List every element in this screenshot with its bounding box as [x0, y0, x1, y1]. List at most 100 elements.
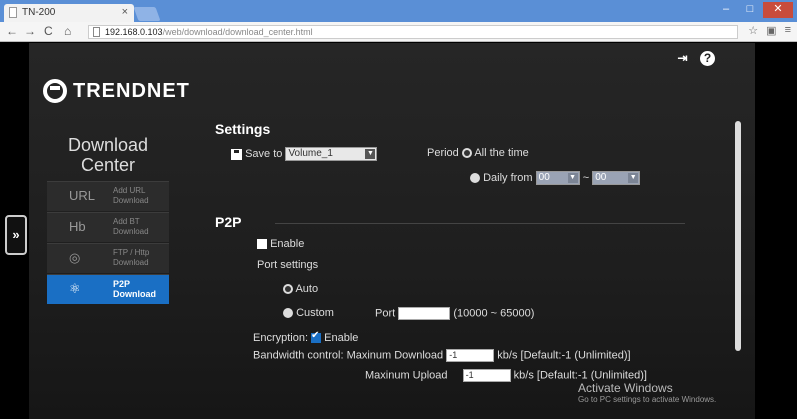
save-to-row: Save to Volume_1 ▼ — [231, 147, 378, 161]
label-line2: Download — [113, 258, 149, 267]
volume-select-value: Volume_1 — [288, 148, 333, 159]
sidebar-title: Download Center — [47, 135, 169, 181]
url-input[interactable]: 192.168.0.103/web/download/download_cent… — [88, 25, 738, 39]
port-auto-radio[interactable] — [283, 284, 293, 295]
label-line2: Download — [113, 196, 149, 205]
sidebar-title-line2: Center — [80, 155, 136, 175]
encryption-enable-checkbox[interactable] — [311, 330, 322, 344]
tab-title: TN-200 — [22, 7, 56, 18]
port-custom-label: Custom — [296, 307, 334, 319]
max-upload-input[interactable]: -1 — [462, 369, 511, 382]
daily-from-label: Daily from — [483, 171, 533, 184]
chevron-down-icon: ▼ — [365, 149, 376, 159]
from-hour-value: 00 — [538, 172, 550, 183]
reload-icon[interactable]: C — [44, 24, 53, 38]
logo-text: TRENDNET — [73, 79, 190, 102]
sidebar-title-line1: Download — [67, 135, 149, 155]
trendnet-logo: TRENDNET — [43, 79, 190, 103]
scrollbar[interactable] — [735, 121, 741, 351]
period-row: Period All the time — [427, 147, 529, 159]
bookmark-star-icon[interactable]: ☆ — [748, 24, 758, 37]
auto-row: Auto — [283, 283, 318, 295]
sidebar-item-label: FTP / Http Download — [113, 248, 169, 268]
period-label: Period — [427, 147, 459, 159]
port-input[interactable] — [398, 307, 451, 320]
window-controls: – □ ✕ — [715, 2, 793, 18]
encryption-enable-label: Enable — [324, 332, 359, 344]
save-icon — [231, 148, 242, 160]
p2p-enable-label: Enable — [270, 238, 305, 250]
url-path: /web/download/download_center.html — [162, 27, 313, 37]
max-upload-hint: kb/s [Default:-1 (Unlimited)] — [513, 369, 647, 382]
bandwidth-label: Bandwidth control: — [253, 349, 344, 362]
to-hour-value: 00 — [595, 172, 607, 183]
chevron-down-icon: ▼ — [628, 173, 639, 183]
max-download-label: Maxinum Download — [346, 349, 444, 362]
all-time-radio[interactable] — [461, 148, 472, 159]
new-tab-button[interactable] — [133, 7, 161, 21]
browser-titlebar: TN-200 × – □ ✕ — [0, 0, 797, 22]
port-label: Port — [375, 307, 396, 320]
tab-close-icon[interactable]: × — [122, 6, 128, 18]
activate-windows-watermark: Activate Windows Go to PC settings to ac… — [578, 381, 716, 404]
url-host: 192.168.0.103 — [105, 27, 163, 37]
label-line2: Download — [113, 227, 149, 236]
back-arrow-icon[interactable]: ← — [6, 24, 18, 38]
label-line1: Add URL — [113, 186, 146, 195]
max-download-hint: kb/s [Default:-1 (Unlimited)] — [497, 349, 631, 362]
sidebar-item-label: P2P Download — [113, 279, 169, 299]
max-download-input[interactable]: -1 — [446, 349, 495, 362]
address-bar-row: ← → C ⌂ 192.168.0.103/web/download/downl… — [0, 22, 797, 42]
volume-select[interactable]: Volume_1 ▼ — [285, 147, 378, 161]
encryption-row: Encryption: Enable — [253, 330, 359, 344]
range-separator: ~ — [582, 171, 590, 184]
section-divider — [275, 223, 685, 224]
sidebar: Download Center URL Add URL Download Hb … — [47, 135, 169, 305]
sidebar-item-label: Add BT Download — [113, 217, 169, 237]
expand-panel-button[interactable]: » — [5, 215, 27, 255]
label-line1: Add BT — [113, 217, 140, 226]
port-settings-label: Port settings — [257, 259, 319, 271]
help-icon[interactable]: ? — [700, 51, 715, 66]
label-line2: Download — [113, 289, 156, 299]
p2p-title: P2P — [215, 214, 242, 230]
p2p-network-icon: ⚛ — [69, 281, 81, 296]
logout-icon[interactable]: ⇥ — [675, 51, 690, 66]
browser-tab[interactable]: TN-200 × — [4, 4, 134, 22]
chevron-down-icon: ▼ — [567, 173, 578, 183]
close-window-button[interactable]: ✕ — [763, 2, 793, 18]
settings-title: Settings — [215, 121, 271, 137]
logo-mark-icon — [43, 79, 67, 103]
watermark-subtitle: Go to PC settings to activate Windows. — [578, 395, 717, 404]
from-hour-select[interactable]: 00 ▼ — [535, 171, 580, 185]
sidebar-item-add-bt[interactable]: Hb Add BT Download — [47, 212, 169, 242]
home-icon[interactable]: ⌂ — [64, 24, 71, 38]
max-upload-label: Maxinum Upload — [365, 369, 448, 382]
watermark-title: Activate Windows — [578, 381, 673, 395]
to-hour-select[interactable]: 00 ▼ — [592, 171, 641, 185]
document-icon — [93, 27, 100, 37]
p2p-enable-checkbox[interactable] — [257, 239, 267, 250]
save-to-label: Save to — [245, 147, 283, 160]
forward-arrow-icon[interactable]: → — [24, 24, 36, 38]
main-panel: ⇥ ? TRENDNET Download Center URL Add URL… — [29, 43, 755, 419]
menu-icon[interactable]: ≡ — [785, 24, 791, 37]
extension-icon[interactable]: ▣ — [766, 24, 776, 37]
bittorrent-icon: Hb — [69, 219, 86, 234]
port-row: Port (10000 ~ 65000) — [375, 307, 534, 320]
browser-tools: ☆ ▣ ≡ — [748, 24, 791, 37]
sidebar-item-ftp-http[interactable]: ◎ FTP / Http Download — [47, 243, 169, 273]
p2p-enable-row: Enable — [257, 238, 304, 250]
maximize-button[interactable]: □ — [739, 2, 761, 18]
sidebar-item-label: Add URL Download — [113, 186, 169, 206]
sidebar-item-p2p[interactable]: ⚛ P2P Download — [47, 274, 169, 304]
minimize-button[interactable]: – — [715, 2, 737, 18]
daily-from-radio[interactable] — [470, 173, 480, 183]
port-custom-radio[interactable] — [283, 308, 293, 319]
sidebar-item-add-url[interactable]: URL Add URL Download — [47, 181, 169, 211]
label-line1: P2P — [113, 279, 131, 289]
top-icons: ⇥ ? — [675, 51, 715, 66]
custom-row: Custom — [283, 307, 334, 319]
port-auto-label: Auto — [295, 283, 319, 295]
globe-icon: ◎ — [69, 250, 81, 265]
